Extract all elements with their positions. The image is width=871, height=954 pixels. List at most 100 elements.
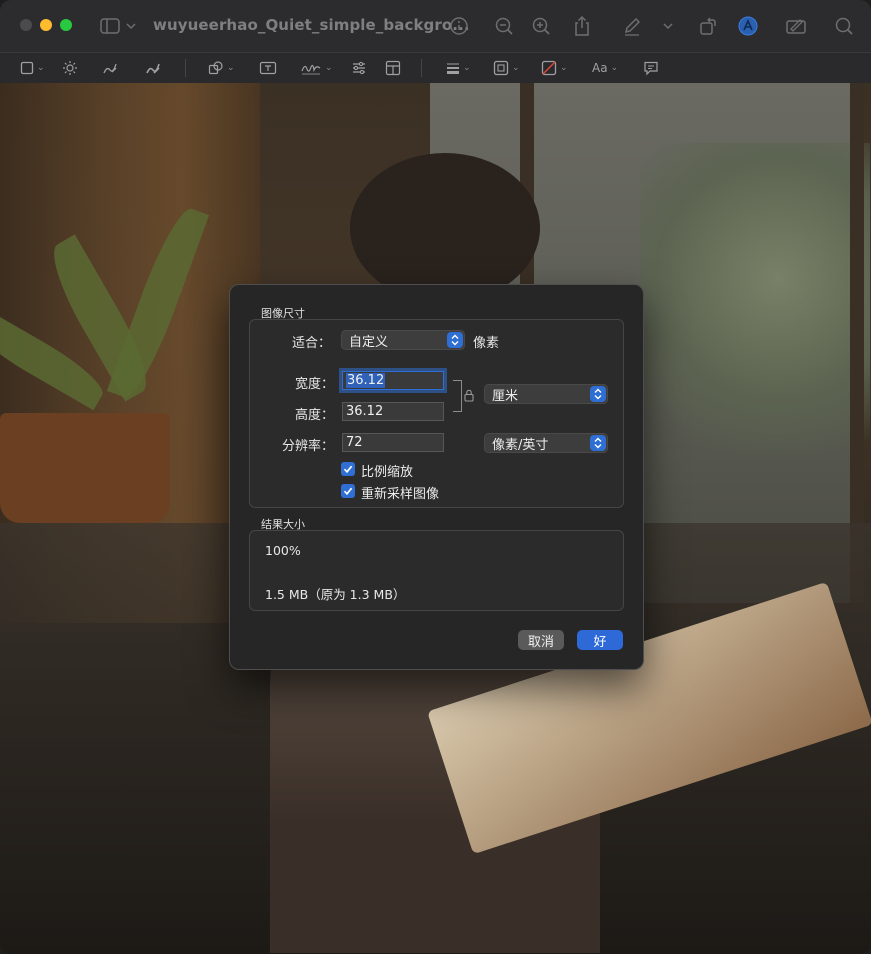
width-label: 宽度： xyxy=(294,377,334,392)
sidebar-toggle-button[interactable] xyxy=(100,14,140,38)
share-icon xyxy=(575,15,589,36)
zoom-in-button[interactable] xyxy=(529,14,553,38)
highlight-button[interactable] xyxy=(736,14,760,38)
resolution-unit-popup[interactable]: 像素/英寸 xyxy=(484,433,608,453)
adjust-color-button[interactable] xyxy=(351,58,367,78)
draw-icon xyxy=(146,63,160,74)
rotate-button[interactable] xyxy=(696,14,720,38)
toolbar-divider xyxy=(185,59,186,77)
note-button[interactable] xyxy=(643,58,659,78)
result-file-size: 1.5 MB（原为 1.3 MB） xyxy=(265,587,406,602)
signature-icon xyxy=(301,64,321,75)
rotate-icon xyxy=(700,17,716,35)
chevron-down-icon: ⌄ xyxy=(560,63,568,73)
form-icon xyxy=(786,19,806,34)
rectangle-selection-icon xyxy=(20,61,34,75)
height-field[interactable]: 36.12 xyxy=(342,402,444,421)
sketch-tool-button[interactable] xyxy=(101,58,119,78)
search-icon xyxy=(835,17,853,35)
height-value: 36.12 xyxy=(346,404,384,419)
fit-unit-label: 像素 xyxy=(473,336,500,351)
checkmark-icon xyxy=(343,465,353,474)
image-flower-pot xyxy=(0,413,170,523)
shape-style-button[interactable]: ⌄ xyxy=(446,58,471,78)
scale-proportionally-label[interactable]: 比例缩放 xyxy=(361,461,413,480)
fit-label: 适合： xyxy=(291,336,331,351)
font-style-label: Aa xyxy=(592,61,608,75)
fit-popup[interactable]: 自定义 xyxy=(341,330,465,350)
image-foliage xyxy=(640,143,870,483)
text-box-button[interactable] xyxy=(259,58,277,78)
checkmark-icon xyxy=(343,487,353,496)
up-down-chevron-icon xyxy=(447,332,463,348)
fill-color-icon xyxy=(541,60,557,76)
form-fill-button[interactable] xyxy=(784,14,808,38)
pen-icon xyxy=(624,17,641,36)
instant-alpha-icon xyxy=(63,61,77,75)
chevron-down-icon xyxy=(663,23,673,30)
instant-alpha-button[interactable] xyxy=(62,58,78,78)
selection-tool-button[interactable]: ⌄ xyxy=(20,58,45,78)
adjust-size-dialog: 图像尺寸 适合： 自定义 像素 宽度： 36.12 高度： 36.12 厘米 分… xyxy=(229,284,644,670)
shapes-button[interactable]: ⌄ xyxy=(208,58,235,78)
lock-icon[interactable] xyxy=(464,387,474,406)
zoom-in-icon xyxy=(532,17,550,35)
close-window-button[interactable] xyxy=(20,19,32,31)
size-unit-value: 厘米 xyxy=(492,388,519,404)
text-box-icon xyxy=(259,61,277,75)
resolution-value: 72 xyxy=(346,435,363,450)
size-unit-popup[interactable]: 厘米 xyxy=(484,384,608,404)
note-icon xyxy=(644,61,658,76)
ok-button[interactable]: 好 xyxy=(577,630,623,650)
fit-popup-value: 自定义 xyxy=(349,334,389,350)
width-field[interactable]: 36.12 xyxy=(342,371,444,390)
draw-tool-button[interactable] xyxy=(144,58,162,78)
markup-toolbar: ⌄ ⌄ ⌄ ⌄ ⌄ ⌄ Aa ⌄ xyxy=(0,52,871,84)
chevron-down-icon: ⌄ xyxy=(325,63,333,73)
resample-image-checkbox[interactable] xyxy=(341,484,355,498)
share-button[interactable] xyxy=(570,14,594,38)
chevron-down-icon: ⌄ xyxy=(227,63,235,73)
width-value: 36.12 xyxy=(346,373,386,388)
preview-window: wuyueerhao_Quiet_simple_backgro... ⌄ ⌄ ⌄… xyxy=(0,0,871,954)
chevron-down-icon: ⌄ xyxy=(512,63,520,73)
adjust-size-icon xyxy=(385,60,401,76)
link-bracket xyxy=(453,380,462,412)
zoom-window-button[interactable] xyxy=(60,19,72,31)
resolution-label: 分辨率： xyxy=(281,439,334,454)
zoom-out-icon xyxy=(495,17,513,35)
fill-color-button[interactable]: ⌄ xyxy=(541,58,568,78)
zoom-out-button[interactable] xyxy=(492,14,516,38)
resolution-unit-value: 像素/英寸 xyxy=(492,437,549,453)
cancel-button[interactable]: 取消 xyxy=(518,630,564,650)
line-style-icon xyxy=(447,63,459,74)
adjust-color-icon xyxy=(353,61,365,75)
search-button[interactable] xyxy=(832,14,856,38)
resolution-field[interactable]: 72 xyxy=(342,433,444,452)
border-color-icon xyxy=(493,60,509,76)
info-icon xyxy=(450,17,468,35)
image-person-hair xyxy=(350,153,540,303)
chevron-down-icon: ⌄ xyxy=(37,63,45,73)
info-button[interactable] xyxy=(447,14,471,38)
scale-proportionally-checkbox[interactable] xyxy=(341,462,355,476)
up-down-chevron-icon xyxy=(590,386,606,402)
border-color-button[interactable]: ⌄ xyxy=(493,58,520,78)
toolbar-divider xyxy=(421,59,422,77)
markup-button[interactable] xyxy=(620,14,644,38)
markup-options-button[interactable] xyxy=(660,14,676,38)
result-percent: 100% xyxy=(265,543,301,558)
window-title: wuyueerhao_Quiet_simple_backgro... xyxy=(153,16,470,34)
shapes-icon xyxy=(208,61,223,75)
minimize-window-button[interactable] xyxy=(40,19,52,31)
height-label: 高度： xyxy=(294,408,334,423)
accessibility-markup-icon xyxy=(738,16,758,36)
adjust-size-button[interactable] xyxy=(385,58,401,78)
sidebar-icon xyxy=(100,18,136,34)
text-style-button[interactable]: Aa ⌄ xyxy=(592,58,618,78)
up-down-chevron-icon xyxy=(590,435,606,451)
sign-button[interactable]: ⌄ xyxy=(300,58,333,78)
sketch-icon xyxy=(103,63,117,74)
chevron-down-icon: ⌄ xyxy=(610,63,619,73)
resample-image-label[interactable]: 重新采样图像 xyxy=(361,483,439,502)
